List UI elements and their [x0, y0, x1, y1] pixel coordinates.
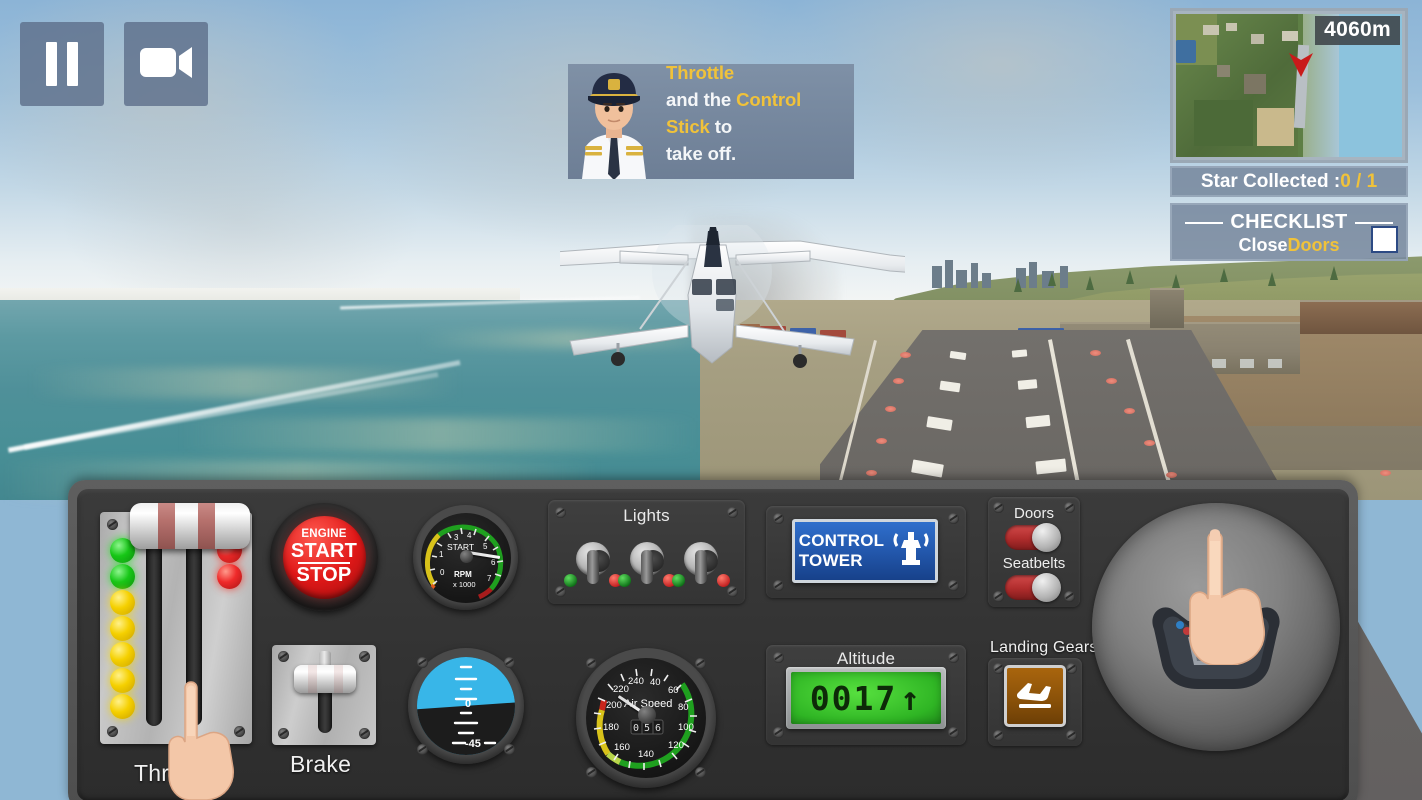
svg-text:160: 160 [614, 742, 630, 753]
rule-left [1185, 221, 1224, 224]
svg-text:7: 7 [487, 574, 492, 583]
checklist-checkbox[interactable] [1371, 226, 1398, 253]
svg-text:40: 40 [650, 677, 661, 688]
distant-city [930, 258, 1090, 288]
checklist-title: CHECKLIST [1230, 211, 1348, 233]
brake-label: Brake [290, 751, 352, 777]
throttle-label: Throttle [134, 760, 214, 786]
svg-text:240: 240 [628, 676, 644, 687]
svg-text:RPM: RPM [454, 570, 472, 579]
rpm-gauge: 0 1 3 4 5 6 7 START RPM x 1000 [413, 505, 518, 610]
landing-gears-label: Landing Gears [990, 639, 1098, 656]
engine-button-face: ENGINE START STOP [282, 515, 366, 599]
light-switch-2[interactable] [618, 540, 676, 590]
svg-text:60: 60 [668, 685, 679, 696]
seatbelts-label: Seatbelts [1002, 555, 1066, 572]
engine-start-stop-button[interactable]: ENGINE START STOP [270, 503, 378, 611]
svg-text:0: 0 [465, 698, 471, 710]
control-tower-line1: CONTROL [798, 531, 885, 550]
doors-toggle[interactable] [1005, 523, 1061, 552]
control-tower-line2: TOWER [798, 551, 863, 570]
engine-label-stop: STOP [296, 563, 352, 586]
svg-text:180: 180 [603, 722, 619, 733]
altitude-display: 0017 ↑ [786, 667, 946, 729]
checklist-item-prefix: Close [1238, 235, 1288, 255]
roof-row [1300, 300, 1422, 334]
svg-text:140: 140 [638, 749, 654, 760]
airspeed-gauge: 40 60 80 100 120 140 160 180 200 220 240… [576, 648, 716, 788]
lights-module: Lights [548, 500, 745, 604]
throttle-lever[interactable] [130, 503, 250, 549]
altitude-label: Altitude [836, 649, 896, 668]
altitude-lcd-face: 0017 ↑ [791, 672, 941, 724]
tower-block [1150, 288, 1184, 328]
lights-title: Lights [623, 506, 670, 525]
camera-icon [139, 42, 193, 87]
svg-text:6: 6 [491, 558, 496, 567]
engine-label-start: START [290, 539, 358, 562]
pause-icon [41, 42, 83, 86]
tutorial-line2-pre: and the [666, 89, 737, 110]
camera-button[interactable] [124, 22, 208, 106]
light-switch-3[interactable] [672, 540, 730, 590]
pilot-avatar [568, 64, 660, 179]
player-marker-icon [1289, 51, 1313, 82]
control-stick-area[interactable] [1092, 503, 1340, 751]
control-tower-icon [891, 528, 931, 575]
svg-text:120: 120 [668, 740, 684, 751]
checklist-panel: CHECKLIST Close Doors [1170, 203, 1408, 261]
game-screen: Now use the Throttle and the Control Sti… [0, 0, 1422, 800]
svg-text:0: 0 [440, 568, 445, 577]
brake-plate[interactable] [272, 645, 376, 745]
tutorial-text: Now use the Throttle and the Control Sti… [660, 64, 854, 179]
checklist-item-highlight: Doors [1287, 235, 1340, 255]
tutorial-line2-post: to [709, 116, 733, 137]
star-collected-value: 0 / 1 [1340, 170, 1378, 192]
altitude-badge: 4060m [1315, 16, 1400, 45]
svg-text:-45: -45 [465, 738, 481, 750]
svg-text:x 1000: x 1000 [453, 580, 476, 589]
tutorial-line3: take off. [666, 143, 737, 164]
checklist-title-row: CHECKLIST [1185, 211, 1393, 234]
altitude-trend-arrow: ↑ [900, 678, 923, 718]
light-switch-1[interactable] [564, 540, 622, 590]
pause-button[interactable] [20, 22, 104, 106]
star-collected-label: Star Collected : [1200, 170, 1341, 192]
plane-landing-icon [1014, 677, 1056, 716]
minimap[interactable]: 4060m [1170, 8, 1408, 163]
control-tower-text: CONTROL TOWER [799, 531, 884, 571]
svg-text:220: 220 [613, 684, 629, 695]
brake-lever[interactable] [294, 665, 356, 693]
doors-seatbelts-module: Doors Seatbelts [988, 497, 1080, 607]
svg-text:0: 0 [633, 723, 639, 734]
tutorial-throttle-highlight: Throttle [666, 64, 735, 83]
svg-text:100: 100 [678, 722, 694, 733]
checklist-item: Close Doors [1238, 235, 1339, 256]
doors-label: Doors [1013, 505, 1054, 522]
svg-text:5: 5 [644, 723, 650, 734]
altitude-value: 0017 [809, 678, 898, 718]
control-tower-button[interactable]: CONTROL TOWER [792, 519, 938, 583]
player-aircraft [429, 214, 1031, 400]
star-collected-row: Star Collected : 0 / 1 [1170, 166, 1408, 197]
svg-text:5: 5 [483, 542, 488, 551]
svg-text:4: 4 [467, 531, 472, 540]
svg-text:80: 80 [678, 702, 689, 713]
landing-gears-button[interactable] [1004, 665, 1066, 727]
tutorial-tooltip: Now use the Throttle and the Control Sti… [568, 64, 854, 179]
seatbelts-toggle[interactable] [1005, 573, 1061, 602]
rule-right [1354, 221, 1393, 224]
svg-text:1: 1 [439, 550, 444, 559]
svg-text:3: 3 [454, 533, 459, 542]
attitude-indicator: 0 -45 [408, 648, 524, 764]
svg-text:6: 6 [655, 723, 661, 734]
svg-text:200: 200 [606, 700, 622, 711]
